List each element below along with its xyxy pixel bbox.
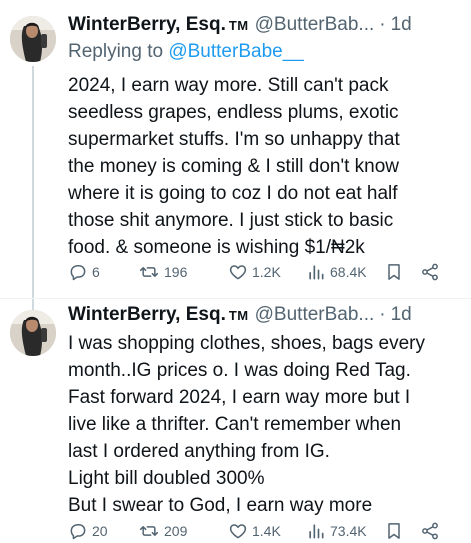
share-icon [422, 522, 438, 540]
tweet-text-line: Light bill doubled 300% [68, 468, 265, 489]
like-count: 1.2K [252, 264, 281, 280]
tweet-text-line: supermarket stuffs. I'm so unhappy that [68, 129, 400, 150]
author-badge: TM [228, 308, 249, 323]
tweet-text-line: month..IG prices o. I was doing Red Tag. [68, 360, 411, 381]
views-button[interactable]: 73.4K [306, 521, 367, 541]
like-icon [229, 524, 247, 539]
share-icon [422, 263, 438, 281]
separator: · [379, 304, 386, 325]
tweet-header: WinterBerry, Esq. TM @ButterBab... · 1d [68, 304, 461, 328]
retweet-icon [139, 267, 159, 277]
reply-icon [70, 265, 86, 281]
avatar[interactable] [10, 310, 56, 356]
tweet-text-line: I was shopping clothes, shoes, bags ever… [68, 333, 425, 354]
reply-count: 6 [92, 264, 100, 280]
retweet-button[interactable]: 196 [138, 262, 187, 282]
views-icon [309, 265, 324, 280]
thread-line [32, 66, 34, 310]
bookmark-icon [388, 264, 400, 280]
like-button[interactable]: 1.4K [228, 521, 281, 541]
views-button[interactable]: 68.4K [306, 262, 367, 282]
tweet-text-line: the money is coming & I still don't know [68, 156, 399, 177]
retweet-icon [139, 526, 159, 536]
views-icon [309, 524, 324, 539]
reply-button[interactable]: 20 [68, 521, 108, 541]
author-handle[interactable]: @ButterBab... [255, 14, 375, 36]
tweet-text-line: seedless grapes, endless plums, exotic [68, 102, 399, 123]
share-button[interactable] [420, 262, 440, 282]
action-bar: 6 196 1.2K 68.4K [68, 260, 461, 284]
tweet-text-line: those shit anymore. I just stick to basi… [68, 210, 394, 231]
avatar-photo [10, 16, 56, 62]
reply-button[interactable]: 6 [68, 262, 100, 282]
bookmark-icon [388, 523, 400, 539]
tweet-text-line: But I swear to God, I earn way more [68, 495, 373, 516]
divider [0, 298, 471, 299]
separator: · [379, 14, 386, 35]
tweet-text: 2024, I earn way more. Still can't pack … [68, 72, 461, 261]
action-bar: 20 209 1.4K 73.4K [68, 519, 461, 543]
like-count: 1.4K [252, 523, 281, 539]
reply-icon [70, 524, 86, 540]
tweet-text-line: food. & someone is wishing $1/₦2k [68, 237, 365, 258]
bookmark-button[interactable] [384, 262, 404, 282]
tweet-text-line: Fast forward 2024, I earn way more but I [68, 387, 411, 408]
views-count: 68.4K [330, 264, 367, 280]
bookmark-button[interactable] [384, 521, 404, 541]
avatar[interactable] [10, 16, 56, 62]
author-name[interactable]: WinterBerry, Esq. [68, 304, 226, 326]
tweet-header: WinterBerry, Esq. TM @ButterBab... · 1d [68, 14, 461, 38]
tweet-text-line: live like a thrifter. Can't remember whe… [68, 414, 402, 435]
retweet-count: 196 [164, 264, 188, 280]
share-button[interactable] [420, 521, 440, 541]
retweet-button[interactable]: 209 [138, 521, 187, 541]
tweet-text: I was shopping clothes, shoes, bags ever… [68, 330, 461, 519]
replying-to: Replying to @ButterBabe__ [68, 40, 461, 64]
author-name[interactable]: WinterBerry, Esq. [68, 14, 226, 36]
retweet-count: 209 [164, 523, 188, 539]
author-badge: TM [228, 18, 249, 33]
replying-prefix: Replying to [68, 41, 164, 62]
like-icon [229, 265, 247, 280]
avatar-photo [10, 310, 56, 356]
tweet[interactable]: WinterBerry, Esq. TM @ButterBab... · 1d … [0, 0, 471, 310]
reply-count: 20 [92, 523, 108, 539]
tweet-text-line: 2024, I earn way more. Still can't pack [68, 75, 389, 96]
tweet[interactable]: WinterBerry, Esq. TM @ButterBab... · 1d … [0, 300, 471, 543]
tweet-text-line: where it is going to coz I do not eat ha… [68, 183, 398, 204]
replying-mention[interactable]: @ButterBabe__ [168, 41, 304, 62]
views-count: 73.4K [330, 523, 367, 539]
author-handle[interactable]: @ButterBab... [255, 304, 375, 326]
tweet-text-line: last I ordered anything from IG. [68, 441, 330, 462]
timestamp[interactable]: 1d [391, 14, 412, 36]
timestamp[interactable]: 1d [391, 304, 412, 326]
like-button[interactable]: 1.2K [228, 262, 281, 282]
